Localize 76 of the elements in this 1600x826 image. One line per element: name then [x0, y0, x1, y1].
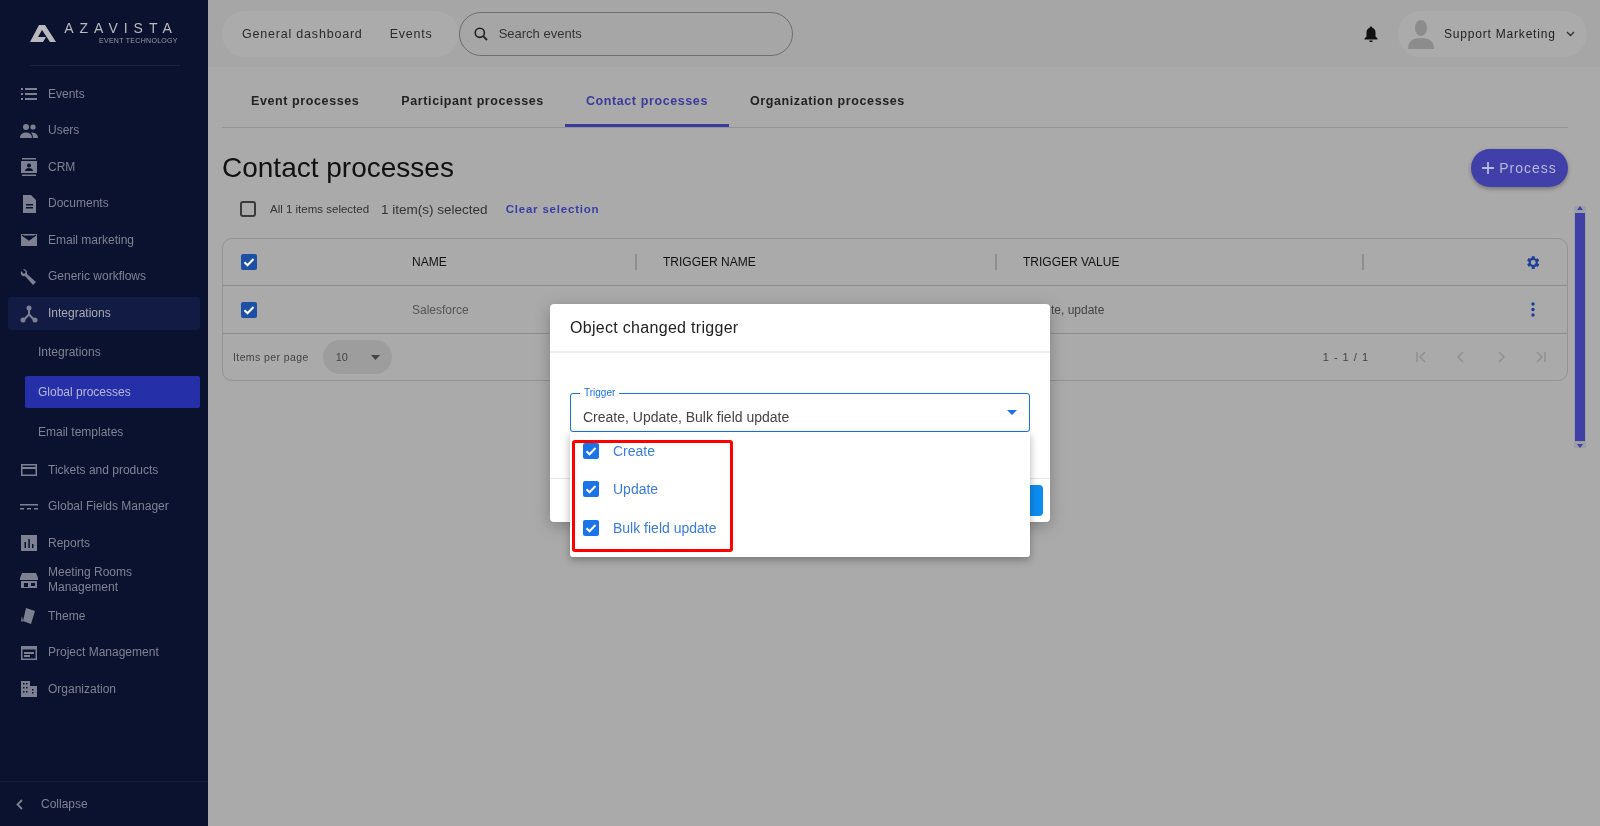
- sidebar-item[interactable]: Global Fields Manager: [8, 488, 200, 525]
- page-range: 1 - 1 / 1: [1322, 351, 1369, 363]
- menu-option[interactable]: Create: [570, 432, 1030, 470]
- bar-chart-icon: [20, 534, 38, 553]
- sidebar-subitem[interactable]: Integrations: [25, 336, 200, 368]
- swatch-icon: [20, 607, 38, 626]
- user-menu[interactable]: Support Marketing: [1398, 10, 1587, 57]
- sidebar-item[interactable]: Events: [8, 76, 200, 113]
- scrollbar[interactable]: [1574, 206, 1586, 448]
- header-checkbox[interactable]: [241, 254, 257, 270]
- tab[interactable]: Participant processes: [380, 77, 565, 127]
- sidebar-item[interactable]: Documents: [8, 185, 200, 222]
- sidebar-item[interactable]: Tickets and products: [8, 452, 200, 489]
- table-cell-text: te, update: [1050, 302, 1106, 317]
- logo-icon: [30, 24, 57, 42]
- dashes-icon: [20, 503, 38, 510]
- scroll-up-icon[interactable]: [1577, 206, 1583, 210]
- selection-count: 1 item(s) selected: [381, 201, 488, 217]
- hub-icon: [20, 304, 38, 323]
- avatar-icon: [1408, 18, 1434, 49]
- tab[interactable]: Event processes: [230, 77, 381, 127]
- building-icon: [20, 680, 38, 699]
- scroll-down-icon[interactable]: [1577, 444, 1583, 448]
- nav-link[interactable]: Events: [389, 26, 433, 41]
- more-vertical-icon[interactable]: [1531, 302, 1535, 317]
- column-header: NAME: [412, 254, 448, 271]
- store-icon: [20, 570, 38, 589]
- sidebar-item[interactable]: Reports: [8, 525, 200, 562]
- sidebar-item[interactable]: Organization: [8, 671, 200, 708]
- caret-icon: [1007, 410, 1017, 415]
- page-size-select[interactable]: 10: [322, 340, 392, 374]
- clear-selection-link[interactable]: Clear selection: [505, 203, 600, 215]
- sidebar-item[interactable]: Project Management: [8, 634, 200, 671]
- sidebar-item[interactable]: Generic workflows: [8, 258, 200, 295]
- option-checkbox[interactable]: [583, 443, 599, 459]
- column-header: TRIGGER VALUE: [995, 239, 1362, 285]
- settings-icon[interactable]: [1524, 253, 1541, 271]
- field-label: Trigger: [580, 387, 620, 399]
- people-icon: [20, 121, 38, 140]
- row-checkbox[interactable]: [241, 301, 257, 318]
- items-per-page-label: Items per page: [233, 351, 309, 363]
- sidebar-item[interactable]: Users: [8, 112, 200, 149]
- collapse-button[interactable]: Collapse: [0, 781, 208, 826]
- chevron-left-icon: [16, 798, 23, 810]
- menu-option[interactable]: Bulk field update: [570, 508, 1030, 548]
- plus-icon: [1482, 162, 1495, 174]
- nav-link[interactable]: General dashboard: [242, 26, 363, 41]
- tab[interactable]: Organization processes: [728, 77, 926, 127]
- sidebar-item[interactable]: CRM: [8, 149, 200, 186]
- page-title: Contact processes: [222, 152, 454, 184]
- search-field[interactable]: Search events: [458, 11, 793, 56]
- table-cell-text: Salesforce: [412, 302, 470, 317]
- sidebar-item[interactable]: Theme: [8, 598, 200, 635]
- select-all-checkbox[interactable]: [240, 201, 256, 217]
- menu-option[interactable]: Update: [570, 469, 1030, 509]
- add-process-button[interactable]: Process: [1471, 149, 1568, 187]
- bell-icon[interactable]: [1364, 25, 1378, 42]
- sidebar-subitem[interactable]: Global processes: [25, 376, 200, 408]
- option-checkbox[interactable]: [583, 481, 599, 497]
- caret-icon: [370, 354, 380, 360]
- board-icon: [20, 643, 38, 662]
- column-header: TRIGGER NAME: [635, 239, 995, 285]
- chevron-down-icon: [1565, 30, 1575, 37]
- selection-label: All 1 items selected: [270, 203, 370, 215]
- sidebar-subitem[interactable]: Email templates: [25, 416, 200, 448]
- brand-name: AZAVISTA: [64, 21, 178, 36]
- tab[interactable]: Contact processes: [564, 77, 729, 127]
- wrench-icon: [20, 267, 38, 286]
- contact-card-icon: [20, 158, 38, 177]
- document-icon: [20, 194, 38, 213]
- sidebar-item[interactable]: Meeting Rooms Management: [8, 561, 200, 598]
- option-checkbox[interactable]: [583, 520, 599, 536]
- search-icon: [473, 26, 488, 41]
- sidebar-item[interactable]: Integrations: [8, 297, 200, 330]
- dialog-title: Object changed trigger: [570, 318, 739, 337]
- sidebar-item[interactable]: Email marketing: [8, 222, 200, 259]
